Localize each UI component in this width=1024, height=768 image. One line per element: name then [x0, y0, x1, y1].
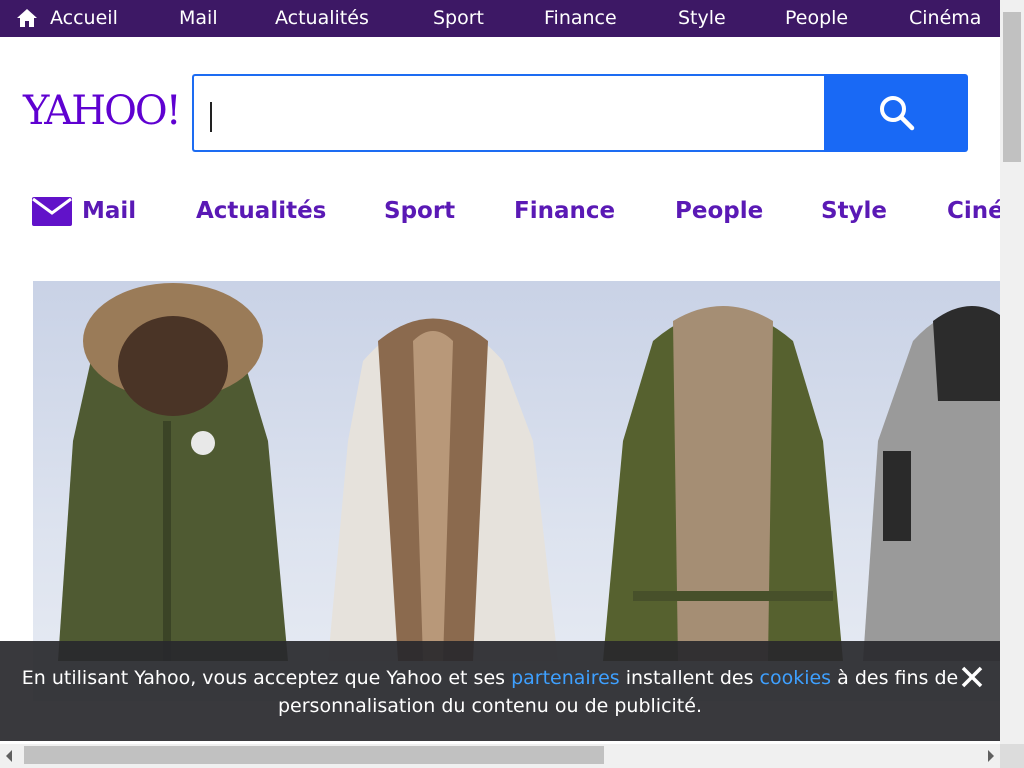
top-nav-mail[interactable]: Mail	[179, 0, 218, 37]
cookie-message: En utilisant Yahoo, vous acceptez que Ya…	[20, 664, 960, 720]
scroll-left-arrow-icon[interactable]	[6, 750, 12, 762]
top-nav-cinema[interactable]: Cinéma	[909, 0, 981, 37]
close-icon[interactable]	[958, 663, 986, 691]
search-input[interactable]	[204, 92, 808, 136]
nav-sport[interactable]: Sport	[384, 198, 455, 224]
cookie-banner: En utilisant Yahoo, vous acceptez que Ya…	[0, 641, 1000, 741]
nav-actualites[interactable]: Actualités	[196, 198, 326, 224]
coat-green-beige-fur	[603, 306, 843, 661]
coat-white-fur-lining	[328, 318, 558, 661]
cookies-link[interactable]: cookies	[760, 667, 832, 689]
top-nav-style[interactable]: Style	[678, 0, 726, 37]
scroll-right-arrow-icon[interactable]	[988, 750, 994, 762]
horizontal-scrollbar-thumb[interactable]	[24, 746, 604, 764]
text-caret	[210, 102, 212, 132]
mail-icon[interactable]	[31, 194, 73, 228]
top-nav-finance[interactable]: Finance	[544, 0, 617, 37]
cookie-text-2: installent des	[619, 667, 760, 689]
search-box[interactable]	[192, 74, 824, 152]
search-icon	[880, 96, 915, 131]
partners-link[interactable]: partenaires	[511, 667, 620, 689]
coats-illustration	[58, 283, 1000, 661]
nav-mail[interactable]: Mail	[82, 198, 136, 224]
cookie-text-1: En utilisant Yahoo, vous acceptez que Ya…	[21, 667, 512, 689]
coat-olive-fur-hood	[58, 283, 288, 661]
top-nav-sport[interactable]: Sport	[433, 0, 484, 37]
coat-grey-tweed	[863, 306, 1000, 661]
hero-ad-image[interactable]	[33, 281, 1000, 701]
nav-style[interactable]: Style	[821, 198, 887, 224]
nav-cinema[interactable]: Ciné	[947, 198, 1000, 224]
nav-finance[interactable]: Finance	[514, 198, 615, 224]
scrollbar-corner	[1000, 744, 1024, 768]
top-nav-people[interactable]: People	[785, 0, 848, 37]
search-button[interactable]	[824, 74, 968, 152]
top-nav-home[interactable]: Accueil	[50, 0, 118, 37]
home-icon[interactable]	[16, 7, 38, 29]
yahoo-logo[interactable]: YAHOO!	[23, 86, 182, 136]
secondary-nav: Mail Actualités Sport Finance People Sty…	[0, 186, 1000, 236]
vertical-scrollbar-thumb[interactable]	[1003, 12, 1021, 162]
top-nav-actualites[interactable]: Actualités	[275, 0, 369, 37]
top-nav-bar: Accueil Mail Actualités Sport Finance St…	[0, 0, 1000, 37]
nav-people[interactable]: People	[675, 198, 763, 224]
